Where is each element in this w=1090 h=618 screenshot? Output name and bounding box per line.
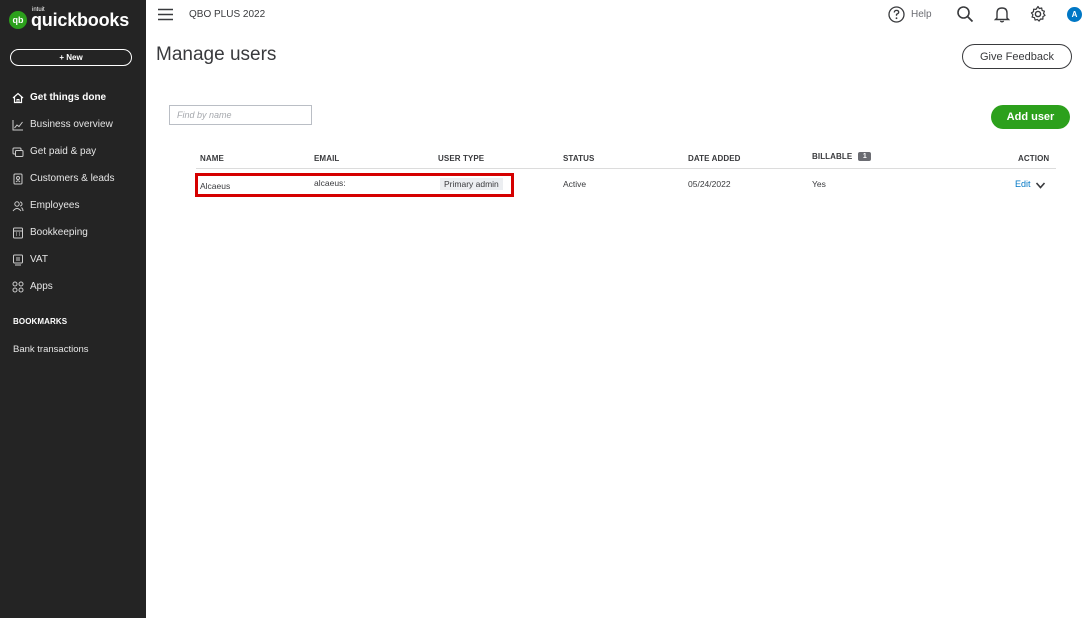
cell-status: Active (563, 179, 587, 189)
edit-link[interactable]: Edit (1015, 179, 1031, 189)
sidebar-item-label: Get things done (30, 92, 107, 103)
people-icon (12, 200, 24, 212)
column-header-user-type[interactable]: USER TYPE (438, 154, 484, 163)
column-header-name[interactable]: NAME (200, 154, 224, 163)
column-header-status[interactable]: STATUS (563, 154, 594, 163)
payments-icon (12, 146, 24, 158)
contacts-icon (12, 173, 24, 185)
help-label: Help (911, 9, 932, 20)
chevron-down-icon[interactable] (1035, 178, 1046, 189)
apps-grid-icon (12, 281, 24, 293)
column-header-email[interactable]: EMAIL (314, 154, 339, 163)
billable-count-badge: 1 (858, 152, 872, 162)
quickbooks-logo[interactable]: qb intuit quickbooks (9, 7, 129, 33)
notifications-bell-icon[interactable] (993, 5, 1011, 23)
column-header-billable[interactable]: BILLABLE 1 (812, 152, 872, 162)
table-header-divider (196, 168, 1056, 169)
column-header-date-added[interactable]: DATE ADDED (688, 154, 741, 163)
new-button[interactable]: + New (10, 49, 132, 66)
column-header-action: ACTION (1018, 154, 1050, 163)
cell-date-added: 05/24/2022 (688, 179, 731, 189)
sidebar-item-label: Business overview (30, 119, 113, 130)
sidebar-item-apps[interactable]: Apps (0, 273, 146, 300)
sidebar-item-get-paid-and-pay[interactable]: Get paid & pay (0, 138, 146, 165)
page-title: Manage users (156, 44, 277, 65)
sidebar-item-get-things-done[interactable]: Get things done (0, 84, 146, 111)
user-avatar[interactable]: A (1067, 7, 1082, 22)
company-name: QBO PLUS 2022 (189, 9, 266, 20)
bookmark-bank-transactions[interactable]: Bank transactions (13, 344, 89, 355)
bookmarks-heading: BOOKMARKS (13, 317, 68, 326)
sidebar: qb intuit quickbooks + New Get things do… (0, 0, 146, 618)
home-icon (12, 92, 24, 104)
help-icon (888, 6, 905, 23)
highlight-box (195, 173, 514, 197)
sidebar-item-employees[interactable]: Employees (0, 192, 146, 219)
column-header-billable-label: BILLABLE (812, 152, 853, 161)
logo-quickbooks-text: quickbooks (31, 9, 130, 30)
sidebar-item-customers-and-leads[interactable]: Customers & leads (0, 165, 146, 192)
sidebar-item-vat[interactable]: VAT (0, 246, 146, 273)
sidebar-nav: Get things done Business overview Get pa… (0, 84, 146, 300)
sidebar-item-label: Employees (30, 200, 80, 211)
sidebar-item-bookkeeping[interactable]: Bookkeeping (0, 219, 146, 246)
chart-line-icon (12, 119, 24, 131)
sidebar-item-business-overview[interactable]: Business overview (0, 111, 146, 138)
help-button[interactable]: Help (888, 6, 932, 23)
sidebar-item-label: Apps (30, 281, 53, 292)
give-feedback-button[interactable]: Give Feedback (962, 44, 1072, 69)
sidebar-item-label: Get paid & pay (30, 146, 97, 157)
logo-intuit-text: intuit (32, 6, 45, 13)
sidebar-item-label: VAT (30, 254, 48, 265)
settings-gear-icon[interactable] (1029, 5, 1047, 23)
vat-icon (12, 254, 24, 266)
sidebar-item-label: Customers & leads (30, 173, 115, 184)
menu-hamburger-icon[interactable] (158, 8, 173, 21)
sidebar-item-label: Bookkeeping (30, 227, 88, 238)
find-by-name-input[interactable] (169, 105, 312, 125)
cell-billable: Yes (812, 179, 826, 189)
search-icon[interactable] (956, 5, 974, 23)
logo-wordmark: intuit quickbooks (31, 6, 130, 31)
ledger-icon (12, 227, 24, 239)
quickbooks-logo-mark-icon: qb (9, 11, 27, 29)
add-user-button[interactable]: Add user (991, 105, 1070, 129)
